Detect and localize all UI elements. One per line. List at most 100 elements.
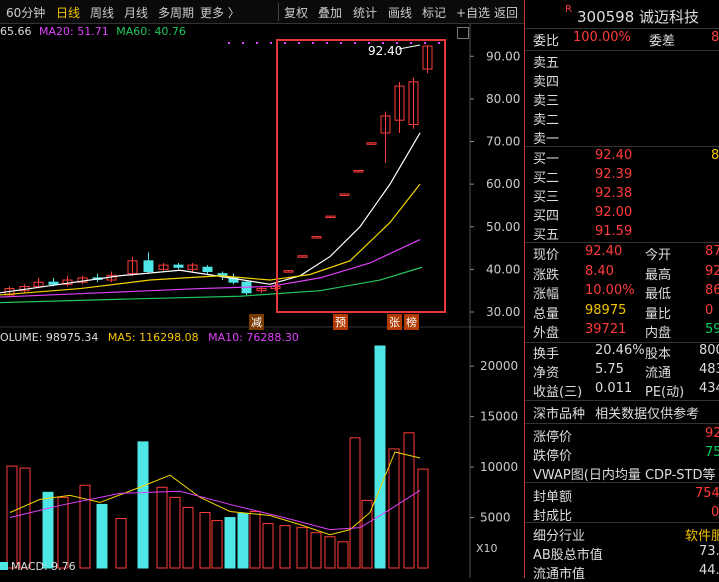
vwap-label[interactable]: VWAP图(日内均量 CDP-STD等 — [533, 464, 716, 483]
volume-bars — [6, 345, 429, 569]
period-multi[interactable]: 多周期 — [158, 4, 194, 21]
buy-label: 买一 — [533, 152, 560, 167]
quote-label-2: 最低 — [645, 287, 672, 302]
volume-legend: OLUME: 98975.34 MA5: 116298.08 MA10: 762… — [0, 331, 299, 344]
quote-label: 外盘 — [533, 326, 560, 341]
event-tag-reduce[interactable]: 减 — [249, 314, 264, 330]
stats-value-2: 483 — [699, 362, 719, 377]
buy-label: 买三 — [533, 190, 560, 205]
kline-chart[interactable]: 90.00 80.00 70.00 60.00 50.00 40.00 30.00 2000… — [0, 0, 524, 578]
section-title: 深市品种 — [533, 407, 586, 422]
stats-row: 净资 5.75 流通 483 — [533, 362, 719, 381]
buy-level-4: 买四 92.00 — [533, 205, 632, 224]
quote-value: 8.40 — [585, 263, 614, 279]
stats-row: 收益(三) 0.011 PE(动) 434 — [533, 381, 719, 400]
limit-up-value: 92 — [705, 426, 719, 441]
quote-value: 10.00% — [585, 283, 635, 298]
buy-label: 买五 — [533, 228, 560, 243]
volume-bar — [137, 441, 149, 569]
candle-body — [48, 281, 59, 285]
event-tag-limit-up[interactable]: 张 — [387, 314, 402, 330]
buy-label: 买二 — [533, 171, 560, 186]
chart-settings-icon[interactable] — [457, 27, 469, 39]
volume-bar — [262, 523, 274, 569]
buy-price: 92.40 — [595, 148, 633, 163]
price-axis: 90.00 80.00 70.00 60.00 50.00 40.00 30.00 — [470, 49, 520, 319]
quote-value: 98975 — [585, 302, 627, 318]
buy-level-3: 买三 92.38 — [533, 186, 632, 205]
stats-value-2: 434 — [699, 381, 719, 396]
add-watchlist-button[interactable]: +自选 — [456, 4, 490, 21]
weibi-label: 委比 — [533, 34, 560, 49]
price-tick-label: 90.00 — [486, 49, 520, 63]
r-badge-icon: R — [565, 4, 572, 15]
price-tick-label: 70.00 — [486, 135, 520, 149]
restore-rights-button[interactable]: 复权 — [284, 4, 308, 21]
limit-down-label: 跌停价 — [533, 449, 573, 464]
period-daily[interactable]: 日线 — [56, 4, 80, 21]
stats-row: 换手 20.46%股本 800 — [533, 343, 719, 362]
statistics-button[interactable]: 统计 — [353, 4, 377, 21]
industry-label: 细分行业 — [533, 529, 586, 544]
volume-tick-label: 5000 — [480, 511, 511, 525]
candle-body — [173, 264, 184, 268]
volume-bar — [57, 496, 69, 569]
ma20-value: 51.71 — [77, 25, 109, 38]
stats-label: 净资 — [533, 366, 560, 381]
peak-price-label: 92.40 — [368, 44, 403, 58]
volume-ma10: MA10: 76288.30 — [208, 331, 299, 344]
limit-up-label: 涨停价 — [533, 430, 573, 445]
period-more[interactable]: 更多 〉 — [200, 4, 240, 21]
draw-line-button[interactable]: 画线 — [388, 4, 412, 21]
industry-value[interactable]: 软件服 — [685, 525, 719, 544]
ma-lines — [0, 42, 440, 304]
ma-legend: 65.66 MA20: 51.71 MA60: 40.76 — [0, 25, 186, 38]
buy-level-2: 买二 92.39 — [533, 167, 632, 186]
quote-value-2: 59 — [705, 322, 719, 337]
period-weekly[interactable]: 周线 — [90, 4, 114, 21]
highlight-box — [276, 39, 446, 313]
event-tag-forecast[interactable]: 预 — [333, 314, 348, 330]
period-monthly[interactable]: 月线 — [124, 4, 148, 21]
stats-value: 0.011 — [595, 381, 633, 396]
volume-ma-lines — [9, 451, 421, 536]
volume-tick-label: 10000 — [480, 460, 518, 474]
volume-bar — [417, 468, 429, 569]
event-tag-ranking[interactable]: 榜 — [404, 314, 419, 330]
volume-bar — [279, 525, 291, 569]
volume-bar — [374, 345, 386, 569]
overlay-button[interactable]: 叠加 — [318, 4, 342, 21]
quote-row: 总量 98975 量比 0 — [533, 303, 713, 322]
volume-bar — [403, 432, 415, 569]
back-button[interactable]: 返回 — [494, 4, 518, 21]
weicha-label: 委差 — [649, 34, 676, 49]
volume-bar — [199, 512, 211, 569]
stock-code: 300598 — [577, 8, 635, 26]
volume-bar — [182, 506, 194, 569]
buy-volume: 8 — [711, 148, 719, 163]
macd-legend: MACD: 9.76 — [0, 560, 76, 573]
volume-bar — [42, 491, 54, 569]
candle-body — [143, 260, 154, 273]
volume-tick-label: 20000 — [480, 359, 518, 373]
volume-bar — [156, 486, 168, 569]
quote-label: 现价 — [533, 248, 560, 263]
price-tick-label: 60.00 — [486, 177, 520, 191]
volume-ma5-line — [9, 451, 421, 536]
period-60min[interactable]: 60分钟 — [6, 4, 45, 21]
stats-label: 收益(三) — [533, 385, 583, 400]
seal-amount-label: 封单额 — [533, 490, 573, 505]
stock-title: 300598 诚迈科技 — [577, 6, 699, 27]
volume-bar — [169, 496, 181, 569]
quote-label-2: 今开 — [645, 248, 672, 263]
price-tick-label: 30.00 — [486, 305, 520, 319]
volume-bar — [19, 467, 31, 569]
mark-button[interactable]: 标记 — [422, 4, 446, 21]
buy-level-1: 买一 92.40 8 — [533, 148, 719, 167]
volume-bar — [224, 517, 236, 569]
stock-name: 诚迈科技 — [639, 8, 700, 26]
quote-value: 92.40 — [585, 244, 623, 259]
volume-bar — [388, 448, 400, 569]
price-tick-label: 50.00 — [486, 220, 520, 234]
candle-body — [202, 266, 213, 273]
